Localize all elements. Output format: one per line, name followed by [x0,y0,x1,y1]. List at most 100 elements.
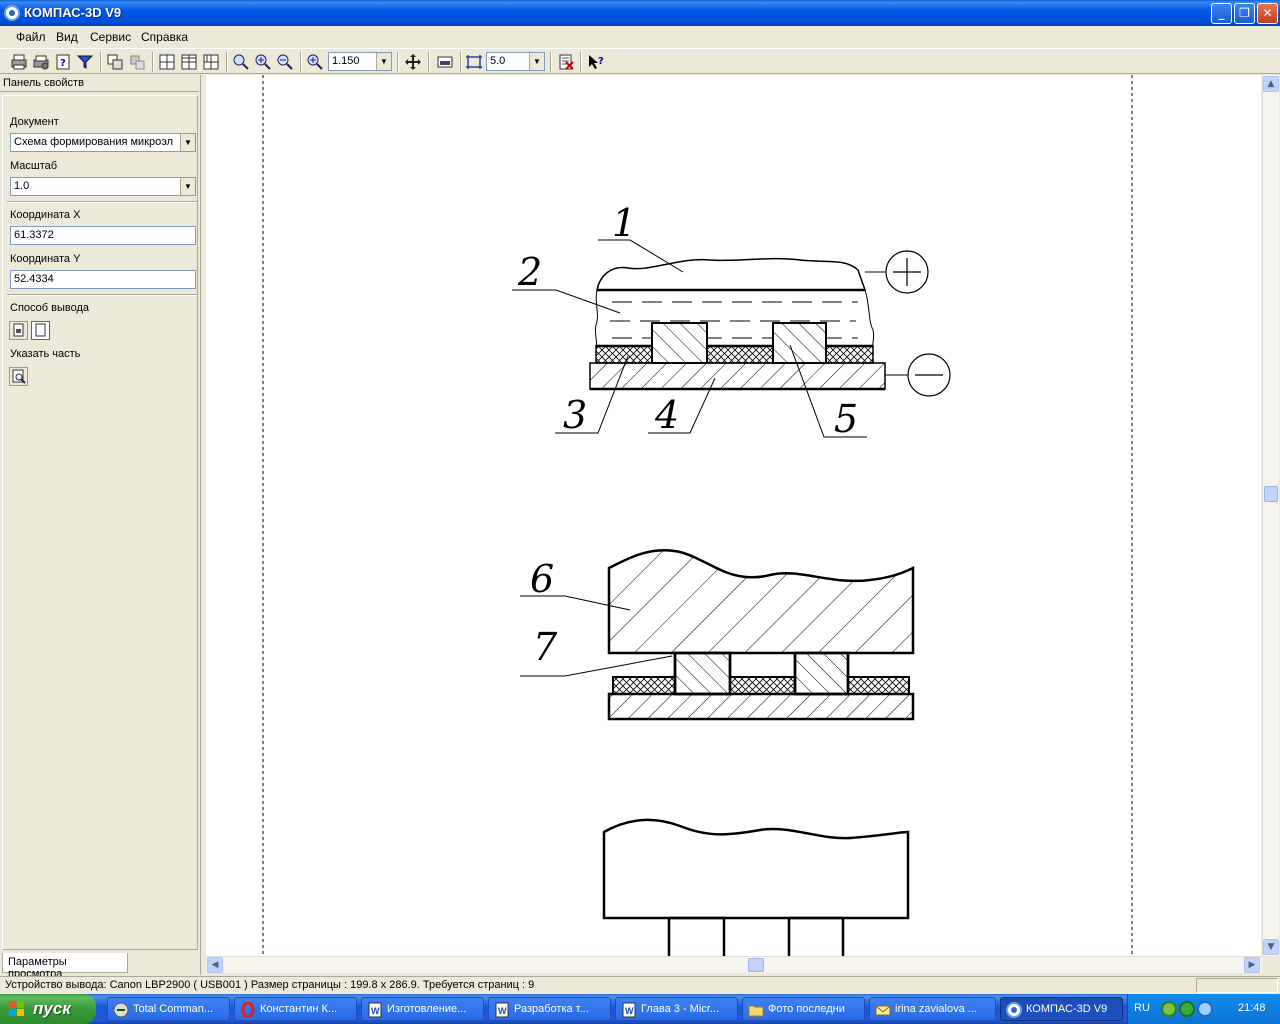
task-label: irina zavialova ... [895,1003,977,1015]
title-bar: КОМПАС-3D V9 _ ❐ ✕ [0,0,1280,26]
output-mode-fit-button[interactable] [9,321,28,340]
word-icon: W [368,1002,382,1018]
layout-icon[interactable] [128,53,146,71]
print-setup-icon[interactable] [32,53,50,71]
filter-icon[interactable] [76,53,94,71]
network-icon[interactable] [1179,1001,1195,1017]
task-label: Фото последни [768,1003,845,1015]
document-label: Документ [10,116,59,128]
task-label: Total Comman... [133,1003,214,1015]
svg-text:W: W [498,1006,507,1016]
zoom-out-icon[interactable] [276,53,294,71]
snap-step-icon[interactable] [465,53,483,71]
drawing-canvas[interactable]: 1 2 3 4 5 6 7 [206,75,1261,956]
star-icon[interactable] [1197,1001,1213,1017]
task-word-2[interactable]: W Разработка т... [488,997,611,1021]
vertical-scrollbar[interactable]: ▲ ▼ [1262,75,1279,956]
pan-icon[interactable] [404,53,422,71]
task-mail[interactable]: irina zavialova ... [869,997,996,1021]
status-bar: Устройство вывода: Canon LBP2900 ( USB00… [0,976,1280,994]
document-value: Схема формирования микроэл [14,136,174,148]
menu-file[interactable]: Файл [16,30,46,44]
chat-icon[interactable] [1161,1001,1177,1017]
menu-help[interactable]: Справка [141,30,188,44]
copy-layout-icon[interactable] [106,53,124,71]
task-total-commander[interactable]: Total Comman... [107,997,230,1021]
scale-select[interactable]: 1.0 ▼ [10,177,196,196]
chevron-down-icon[interactable]: ▼ [529,53,544,70]
horizontal-scrollbar[interactable]: ◀ ▶ [206,956,1262,973]
zoom-window-icon[interactable] [232,53,250,71]
folder-icon [748,1005,764,1017]
callout-1: 1 [612,201,636,245]
taskbar: пуск Total Comman... Константин К... W И… [0,994,1280,1024]
callout-2: 2 [517,250,542,294]
scroll-up-icon[interactable]: ▲ [1263,76,1279,92]
figure-after-separation [602,818,910,956]
output-mode-page-button[interactable] [31,321,50,340]
panel-header: Панель свойств [0,75,199,92]
chevron-down-icon[interactable]: ▼ [180,134,195,151]
task-label: Изготовление... [387,1003,467,1015]
clock: 21:48 [1238,1002,1266,1014]
zoom-scale-icon[interactable] [306,53,324,71]
svg-text:?: ? [598,56,604,67]
language-indicator[interactable]: RU [1134,1002,1150,1014]
mail-icon [875,1005,891,1016]
scroll-left-icon[interactable]: ◀ [207,957,223,973]
horizontal-scroll-thumb[interactable] [748,958,764,972]
specify-part-button[interactable] [9,367,28,386]
grid-3-icon[interactable] [202,53,220,71]
start-button[interactable]: пуск [0,994,96,1024]
callout-5: 5 [834,397,858,441]
word-icon: W [622,1002,636,1018]
start-label: пуск [33,999,71,1018]
zoom-in-icon[interactable] [254,53,272,71]
page-view-icon[interactable] [436,53,454,71]
menu-service[interactable]: Сервис [90,30,131,44]
kompas-icon [1006,1002,1022,1018]
coord-x-field[interactable]: 61.3372 [10,226,196,245]
scale-value: 1.0 [14,180,30,192]
menu-view[interactable]: Вид [56,30,78,44]
chevron-down-icon[interactable]: ▼ [180,178,195,195]
document-select[interactable]: Схема формирования микроэл ▼ [10,133,196,152]
task-label: КОМПАС-3D V9 [1026,1003,1108,1015]
context-help-icon[interactable]: ? [587,53,605,71]
close-button[interactable]: ✕ [1257,3,1278,24]
grid-1-icon[interactable] [158,53,176,71]
status-text: Устройство вывода: Canon LBP2900 ( USB00… [5,979,535,991]
restore-button[interactable]: ❐ [1234,3,1255,24]
task-kompas[interactable]: КОМПАС-3D V9 [1000,997,1123,1021]
coord-y-field[interactable]: 52.4334 [10,270,196,289]
task-word-3[interactable]: W Глава 3 - Micr... [615,997,738,1021]
scroll-down-icon[interactable]: ▼ [1263,939,1279,955]
total-commander-icon [113,1002,129,1018]
coord-x-label: Координата X [10,209,81,221]
task-opera[interactable]: Константин К... [234,997,357,1021]
windows-logo-icon [9,1001,24,1016]
task-folder[interactable]: Фото последни [742,997,865,1021]
vertical-scroll-thumb[interactable] [1264,486,1278,502]
minimize-button[interactable]: _ [1211,3,1232,24]
task-label: Глава 3 - Micr... [641,1003,719,1015]
chevron-down-icon[interactable]: ▼ [376,53,391,70]
coord-y-label: Координата Y [10,253,81,265]
help-doc-icon[interactable]: ? [54,53,72,71]
svg-text:?: ? [60,58,66,69]
task-word-1[interactable]: W Изготовление... [361,997,484,1021]
callout-7: 7 [533,625,558,669]
scroll-right-icon[interactable]: ▶ [1244,957,1260,973]
status-cell [1196,978,1278,993]
system-tray: RU 21:48 [1127,994,1280,1024]
print-preview-close-icon[interactable] [557,53,575,71]
print-icon[interactable] [10,53,28,71]
step-combo[interactable]: 5.0 ▼ [486,52,545,71]
grid-2-icon[interactable] [180,53,198,71]
tab-view-parameters[interactable]: Параметры просмотра [2,953,128,980]
kompas-app-icon[interactable] [4,5,20,21]
scale-label: Масштаб [10,160,58,172]
zoom-scale-combo[interactable]: 1.150 ▼ [328,52,392,71]
svg-text:W: W [625,1006,634,1016]
word-icon: W [495,1002,509,1018]
